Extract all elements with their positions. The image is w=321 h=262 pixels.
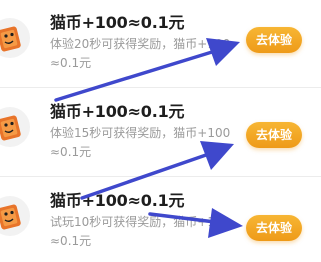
try-button[interactable]: 去体验 [246, 122, 302, 148]
task-title: 猫币+100≈0.1元 [50, 13, 185, 32]
list-item: 猫币+100≈0.1元 试玩10秒可获得奖励，猫币+100≈0.1元 去体验 [0, 178, 321, 262]
task-title: 猫币+100≈0.1元 [50, 191, 185, 210]
divider [0, 87, 321, 88]
cat-coin-tile-icon [0, 107, 30, 147]
divider [0, 176, 321, 177]
task-description: 体验20秒可获得奖励，猫币+100≈0.1元 [50, 37, 231, 70]
task-title: 猫币+100≈0.1元 [50, 102, 185, 121]
list-item: 猫币+100≈0.1元 体验15秒可获得奖励，猫币+100≈0.1元 去体验 [0, 89, 321, 175]
cat-coin-tile-icon [0, 196, 30, 236]
task-page: 猫币+100≈0.1元 体验20秒可获得奖励，猫币+100≈0.1元 去体验 猫… [0, 0, 321, 262]
cat-coin-tile-icon [0, 18, 30, 58]
list-item: 猫币+100≈0.1元 体验20秒可获得奖励，猫币+100≈0.1元 去体验 [0, 0, 321, 86]
task-description: 体验15秒可获得奖励，猫币+100≈0.1元 [50, 126, 231, 159]
task-list: 猫币+100≈0.1元 体验20秒可获得奖励，猫币+100≈0.1元 去体验 猫… [0, 0, 321, 262]
task-description: 试玩10秒可获得奖励，猫币+100≈0.1元 [50, 215, 231, 248]
try-button[interactable]: 去体验 [246, 27, 302, 53]
try-button[interactable]: 去体验 [246, 215, 302, 241]
